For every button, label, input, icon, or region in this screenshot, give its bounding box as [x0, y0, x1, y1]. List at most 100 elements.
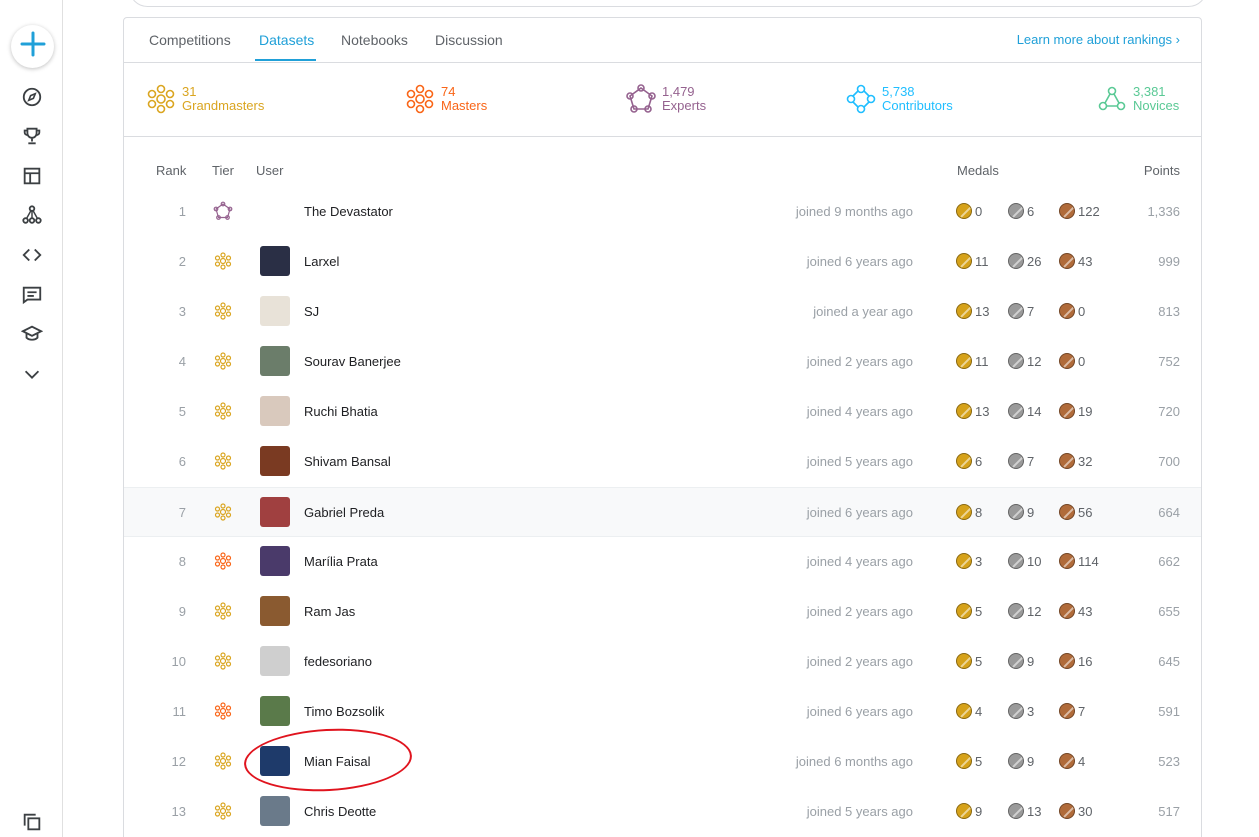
gold-medal-icon: [956, 253, 972, 269]
model-icon[interactable]: [20, 203, 44, 227]
joined-date: joined 6 years ago: [806, 505, 913, 520]
user-name-link[interactable]: Sourav Banerjee: [304, 354, 401, 369]
novice-icon: [1098, 86, 1126, 111]
silver-count: 12: [1027, 603, 1042, 619]
silver-medal-icon: [1008, 553, 1024, 569]
table-row[interactable]: 11 Timo Bozsolik joined 6 years ago 4 3 7 591: [124, 687, 1201, 737]
compass-icon[interactable]: [20, 85, 44, 109]
avatar[interactable]: [260, 646, 290, 676]
grandmaster-tier-icon: [213, 601, 233, 621]
table-row[interactable]: 8 Marília Prata joined 4 years ago 3 10 114 66…: [124, 537, 1201, 587]
active-tab-indicator: [255, 59, 316, 61]
joined-date: joined 5 years ago: [806, 804, 913, 819]
user-name-link[interactable]: Timo Bozsolik: [304, 704, 384, 719]
avatar[interactable]: [260, 246, 290, 276]
search-bar[interactable]: [129, 0, 1207, 7]
header-points[interactable]: Points: [1144, 163, 1180, 178]
table-row[interactable]: 6 Shivam Bansal joined 5 years ago 6 7 32 700: [124, 437, 1201, 487]
user-name-link[interactable]: Shivam Bansal: [304, 454, 391, 469]
table-row[interactable]: 5 Ruchi Bhatia joined 4 years ago 13 14 19 720: [124, 387, 1201, 437]
tab-competitions[interactable]: Competitions: [149, 32, 231, 48]
header-rank[interactable]: Rank: [156, 163, 186, 178]
bronze-medals: 56: [1059, 504, 1092, 520]
user-name-link[interactable]: Larxel: [304, 254, 339, 269]
avatar[interactable]: [260, 446, 290, 476]
table-row[interactable]: 7 Gabriel Preda joined 6 years ago 8 9 56 664: [124, 487, 1201, 537]
silver-count: 12: [1027, 353, 1042, 369]
table-row[interactable]: 2 Larxel joined 6 years ago 11 26 43 999: [124, 237, 1201, 287]
joined-date: joined 6 years ago: [806, 254, 913, 269]
create-button[interactable]: [11, 25, 54, 68]
user-name-link[interactable]: The Devastator: [304, 204, 393, 219]
silver-count: 7: [1027, 453, 1035, 469]
table-icon[interactable]: [20, 164, 44, 188]
gold-medals: 0: [956, 203, 982, 219]
user-name-link[interactable]: fedesoriano: [304, 654, 372, 669]
gold-count: 11: [975, 253, 989, 269]
rank-value: 7: [178, 505, 186, 520]
tier-experts[interactable]: 1,479 Experts: [625, 83, 706, 115]
gold-count: 13: [975, 403, 990, 419]
bronze-medals: 32: [1059, 453, 1092, 469]
gold-medals: 11: [956, 353, 989, 369]
learn-more-link[interactable]: Learn more about rankings ›: [1017, 32, 1180, 47]
avatar[interactable]: [260, 296, 290, 326]
gold-count: 4: [975, 703, 983, 719]
learn-icon[interactable]: [20, 322, 44, 346]
chevron-down-icon[interactable]: [20, 362, 44, 386]
avatar[interactable]: [260, 346, 290, 376]
gold-medals: 6: [956, 453, 982, 469]
points-value: 523: [1158, 754, 1180, 769]
points-value: 591: [1158, 704, 1180, 719]
table-row[interactable]: 4 Sourav Banerjee joined 2 years ago 11 12 0 7…: [124, 337, 1201, 387]
table-row[interactable]: 13 Chris Deotte joined 5 years ago 9 13 30 517: [124, 787, 1201, 837]
code-icon[interactable]: [20, 243, 44, 267]
silver-count: 14: [1027, 403, 1042, 419]
points-value: 1,336: [1147, 204, 1180, 219]
avatar[interactable]: [260, 497, 290, 527]
avatar[interactable]: [260, 696, 290, 726]
table-row[interactable]: 12 Mian Faisal joined 6 months ago 5 9 4 523: [124, 737, 1201, 787]
table-row[interactable]: 1 The Devastator joined 9 months ago 0 6 122 1…: [124, 187, 1201, 237]
tier-contributors[interactable]: 5,738 Contributors: [845, 83, 953, 115]
tab-discussion[interactable]: Discussion: [435, 32, 503, 48]
gold-count: 8: [975, 504, 983, 520]
copy-icon[interactable]: [20, 810, 44, 834]
bronze-medal-icon: [1059, 353, 1075, 369]
avatar[interactable]: [260, 396, 290, 426]
avatar[interactable]: [260, 546, 290, 576]
discussion-icon[interactable]: [20, 283, 44, 307]
bronze-medals: 16: [1059, 653, 1092, 669]
header-user[interactable]: User: [256, 163, 283, 178]
table-row[interactable]: 9 Ram Jas joined 2 years ago 5 12 43 655: [124, 587, 1201, 637]
tab-datasets[interactable]: Datasets: [259, 32, 314, 48]
avatar[interactable]: [260, 746, 290, 776]
user-name-link[interactable]: Ruchi Bhatia: [304, 404, 378, 419]
rank-value: 9: [178, 604, 186, 619]
user-name-link[interactable]: Marília Prata: [304, 554, 378, 569]
joined-date: joined a year ago: [813, 304, 913, 319]
header-tier[interactable]: Tier: [212, 163, 234, 178]
silver-medal-icon: [1008, 403, 1024, 419]
table-row[interactable]: 3 SJ joined a year ago 13 7 0 813: [124, 287, 1201, 337]
gold-medals: 9: [956, 803, 982, 819]
tab-notebooks[interactable]: Notebooks: [341, 32, 408, 48]
silver-medal-icon: [1008, 504, 1024, 520]
user-name-link[interactable]: Mian Faisal: [304, 754, 370, 769]
trophy-icon[interactable]: [20, 124, 44, 148]
user-name-link[interactable]: SJ: [304, 304, 319, 319]
tier-masters[interactable]: 74 Masters: [404, 83, 487, 115]
silver-medal-icon: [1008, 703, 1024, 719]
tier-grandmasters[interactable]: 31 Grandmasters: [145, 83, 264, 115]
masters-count: 74: [441, 84, 456, 99]
avatar[interactable]: [260, 796, 290, 826]
header-medals[interactable]: Medals: [957, 163, 999, 178]
gold-medals: 5: [956, 653, 982, 669]
user-name-link[interactable]: Ram Jas: [304, 604, 355, 619]
silver-medal-icon: [1008, 753, 1024, 769]
user-name-link[interactable]: Chris Deotte: [304, 804, 376, 819]
tier-novices[interactable]: 3,381 Novices: [1096, 83, 1179, 115]
avatar[interactable]: [260, 596, 290, 626]
user-name-link[interactable]: Gabriel Preda: [304, 505, 384, 520]
table-row[interactable]: 10 fedesoriano joined 2 years ago 5 9 16 645: [124, 637, 1201, 687]
